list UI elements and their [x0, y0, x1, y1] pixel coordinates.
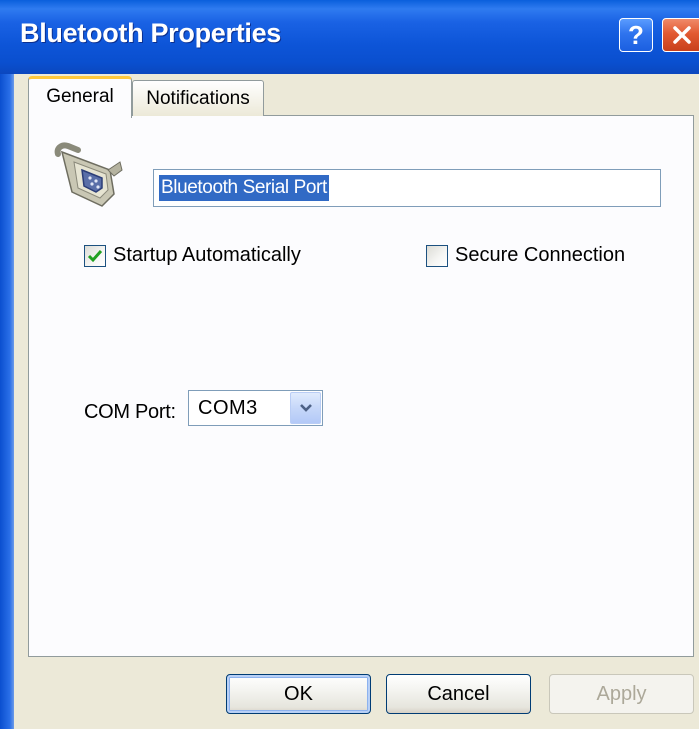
startup-automatically-label: Startup Automatically: [113, 244, 301, 266]
tab-notifications-label: Notifications: [146, 87, 250, 109]
serial-port-connector-icon: [54, 142, 123, 207]
startup-automatically-checkbox[interactable]: [84, 244, 106, 267]
checkmark-icon: [87, 249, 103, 262]
startup-automatically-option[interactable]: Startup Automatically: [84, 244, 301, 267]
service-name-field[interactable]: Bluetooth Serial Port: [153, 169, 661, 207]
chevron-down-icon: [299, 404, 312, 412]
tab-general-label: General: [46, 85, 114, 107]
secure-connection-option[interactable]: Secure Connection: [426, 244, 625, 267]
com-port-label: COM Port:: [84, 401, 176, 423]
service-name-value: Bluetooth Serial Port: [159, 175, 329, 201]
com-port-value: COM3: [198, 397, 258, 419]
help-icon: ?: [628, 19, 644, 50]
close-icon: [673, 26, 691, 44]
tab-general[interactable]: General: [28, 76, 132, 118]
close-button[interactable]: [662, 18, 699, 52]
secure-connection-checkbox[interactable]: [426, 244, 448, 267]
com-port-dropdown-button[interactable]: [290, 392, 321, 424]
apply-button[interactable]: Apply: [549, 674, 694, 714]
window-border: [0, 74, 14, 729]
com-port-select[interactable]: COM3: [188, 390, 323, 426]
secure-connection-label: Secure Connection: [455, 244, 626, 266]
tab-notifications[interactable]: Notifications: [132, 80, 264, 116]
help-button[interactable]: ?: [619, 18, 653, 52]
cancel-button[interactable]: Cancel: [386, 674, 531, 714]
bluetooth-properties-dialog: Bluetooth Properties ? General Notificat…: [0, 0, 699, 729]
window-title: Bluetooth Properties: [20, 18, 282, 48]
title-bar[interactable]: Bluetooth Properties ?: [0, 0, 699, 74]
ok-button[interactable]: OK: [226, 674, 371, 714]
